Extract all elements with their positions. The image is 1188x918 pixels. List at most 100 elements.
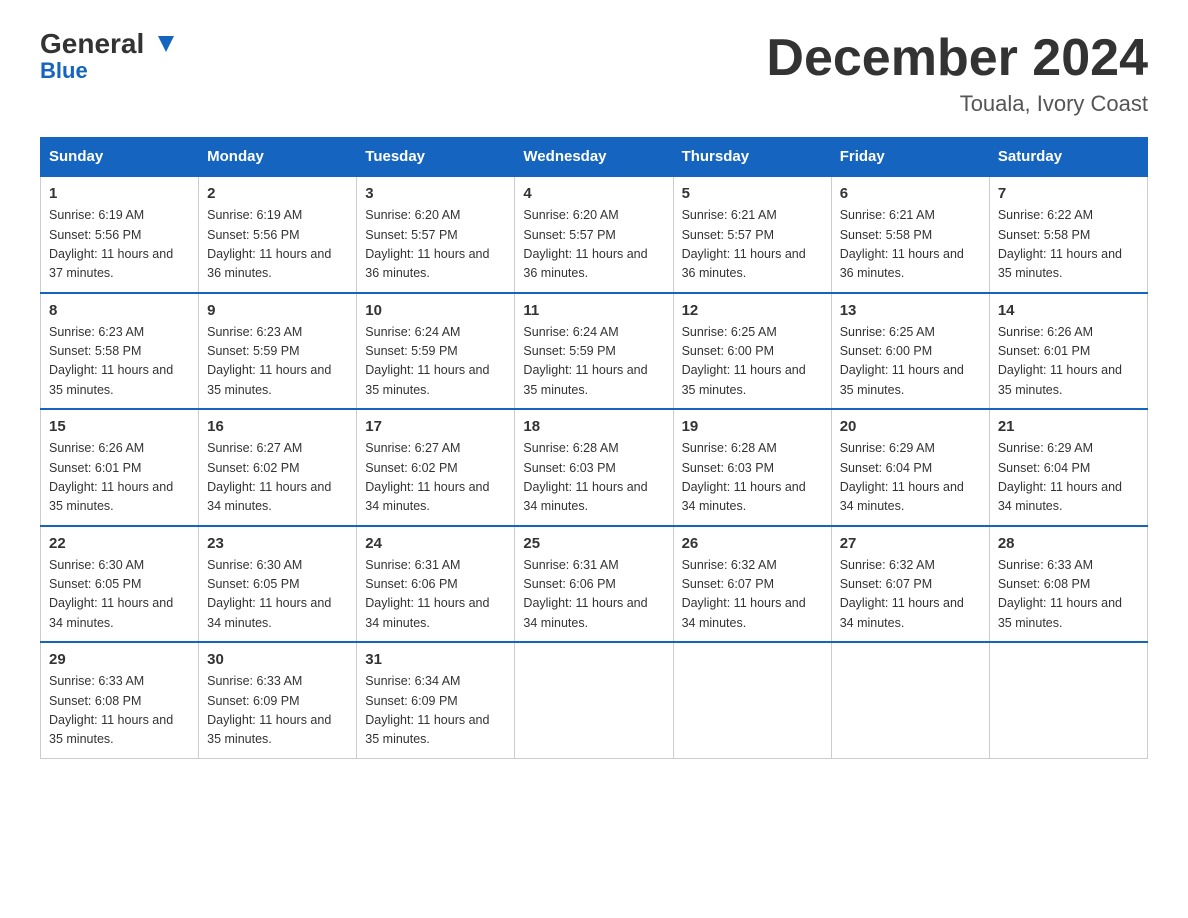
day-number: 20 (840, 418, 981, 435)
day-number: 26 (682, 535, 823, 552)
day-info: Sunrise: 6:28 AMSunset: 6:03 PMDaylight:… (523, 439, 664, 517)
calendar-cell: 17Sunrise: 6:27 AMSunset: 6:02 PMDayligh… (357, 409, 515, 526)
day-number: 7 (998, 185, 1139, 202)
calendar-cell: 20 Sunrise: 6:29 AMSunset: 6:04 PMDayligh… (831, 409, 989, 526)
calendar-cell: 4 Sunrise: 6:20 AMSunset: 5:57 PMDaylight… (515, 176, 673, 293)
day-number: 28 (998, 535, 1139, 552)
calendar-cell: 16Sunrise: 6:27 AMSunset: 6:02 PMDayligh… (199, 409, 357, 526)
header-thursday: Thursday (673, 138, 831, 177)
calendar-cell: 24Sunrise: 6:31 AMSunset: 6:06 PMDayligh… (357, 526, 515, 643)
logo-blue: Blue (40, 58, 88, 83)
day-number: 4 (523, 185, 664, 202)
day-info: Sunrise: 6:22 AMSunset: 5:58 PMDaylight:… (998, 206, 1139, 284)
day-info: Sunrise: 6:21 AMSunset: 5:58 PMDaylight:… (840, 206, 981, 284)
day-info: Sunrise: 6:19 AMSunset: 5:56 PMDaylight:… (207, 206, 348, 284)
calendar-cell: 26 Sunrise: 6:32 AMSunset: 6:07 PMDayligh… (673, 526, 831, 643)
calendar-cell: 12 Sunrise: 6:25 AMSunset: 6:00 PMDayligh… (673, 293, 831, 410)
location-subtitle: Touala, Ivory Coast (766, 91, 1148, 117)
day-info: Sunrise: 6:34 AMSunset: 6:09 PMDaylight:… (365, 672, 506, 750)
calendar-cell (831, 642, 989, 758)
header-saturday: Saturday (989, 138, 1147, 177)
calendar-cell: 13 Sunrise: 6:25 AMSunset: 6:00 PMDayligh… (831, 293, 989, 410)
day-info: Sunrise: 6:33 AMSunset: 6:08 PMDaylight:… (49, 672, 190, 750)
day-number: 13 (840, 302, 981, 319)
calendar-cell: 6Sunrise: 6:21 AMSunset: 5:58 PMDaylight… (831, 176, 989, 293)
calendar-cell (673, 642, 831, 758)
day-number: 8 (49, 302, 190, 319)
day-number: 15 (49, 418, 190, 435)
calendar-cell: 2 Sunrise: 6:19 AMSunset: 5:56 PMDaylight… (199, 176, 357, 293)
calendar-cell: 28 Sunrise: 6:33 AMSunset: 6:08 PMDayligh… (989, 526, 1147, 643)
calendar-table: SundayMondayTuesdayWednesdayThursdayFrid… (40, 137, 1148, 759)
day-info: Sunrise: 6:20 AMSunset: 5:57 PMDaylight:… (365, 206, 506, 284)
day-number: 30 (207, 651, 348, 668)
calendar-cell: 21 Sunrise: 6:29 AMSunset: 6:04 PMDayligh… (989, 409, 1147, 526)
day-number: 27 (840, 535, 981, 552)
day-number: 17 (365, 418, 506, 435)
day-number: 18 (523, 418, 664, 435)
day-number: 24 (365, 535, 506, 552)
logo: General Blue (40, 30, 177, 84)
week-row-2: 8 Sunrise: 6:23 AMSunset: 5:58 PMDaylight… (41, 293, 1148, 410)
day-info: Sunrise: 6:29 AMSunset: 6:04 PMDaylight:… (998, 439, 1139, 517)
calendar-cell: 23Sunrise: 6:30 AMSunset: 6:05 PMDayligh… (199, 526, 357, 643)
week-row-1: 1Sunrise: 6:19 AMSunset: 5:56 PMDaylight… (41, 176, 1148, 293)
page-header: General Blue December 2024 Touala, Ivory… (40, 30, 1148, 117)
calendar-cell: 22Sunrise: 6:30 AMSunset: 6:05 PMDayligh… (41, 526, 199, 643)
day-info: Sunrise: 6:23 AMSunset: 5:58 PMDaylight:… (49, 323, 190, 401)
week-row-5: 29 Sunrise: 6:33 AMSunset: 6:08 PMDayligh… (41, 642, 1148, 758)
day-number: 5 (682, 185, 823, 202)
day-info: Sunrise: 6:24 AMSunset: 5:59 PMDaylight:… (365, 323, 506, 401)
day-number: 21 (998, 418, 1139, 435)
day-info: Sunrise: 6:21 AMSunset: 5:57 PMDaylight:… (682, 206, 823, 284)
header-wednesday: Wednesday (515, 138, 673, 177)
title-section: December 2024 Touala, Ivory Coast (766, 30, 1148, 117)
day-number: 12 (682, 302, 823, 319)
day-info: Sunrise: 6:27 AMSunset: 6:02 PMDaylight:… (207, 439, 348, 517)
calendar-cell: 14Sunrise: 6:26 AMSunset: 6:01 PMDayligh… (989, 293, 1147, 410)
calendar-cell: 27 Sunrise: 6:32 AMSunset: 6:07 PMDayligh… (831, 526, 989, 643)
day-number: 25 (523, 535, 664, 552)
logo-arrow-icon (155, 33, 177, 55)
day-number: 22 (49, 535, 190, 552)
header-row: SundayMondayTuesdayWednesdayThursdayFrid… (41, 138, 1148, 177)
day-number: 29 (49, 651, 190, 668)
calendar-cell (989, 642, 1147, 758)
header-sunday: Sunday (41, 138, 199, 177)
calendar-cell: 25Sunrise: 6:31 AMSunset: 6:06 PMDayligh… (515, 526, 673, 643)
day-number: 9 (207, 302, 348, 319)
day-info: Sunrise: 6:20 AMSunset: 5:57 PMDaylight:… (523, 206, 664, 284)
day-info: Sunrise: 6:28 AMSunset: 6:03 PMDaylight:… (682, 439, 823, 517)
calendar-cell: 18 Sunrise: 6:28 AMSunset: 6:03 PMDayligh… (515, 409, 673, 526)
calendar-cell: 29 Sunrise: 6:33 AMSunset: 6:08 PMDayligh… (41, 642, 199, 758)
day-number: 19 (682, 418, 823, 435)
calendar-cell: 3Sunrise: 6:20 AMSunset: 5:57 PMDaylight… (357, 176, 515, 293)
calendar-cell: 7 Sunrise: 6:22 AMSunset: 5:58 PMDaylight… (989, 176, 1147, 293)
day-info: Sunrise: 6:24 AMSunset: 5:59 PMDaylight:… (523, 323, 664, 401)
day-number: 11 (523, 302, 664, 319)
day-info: Sunrise: 6:32 AMSunset: 6:07 PMDaylight:… (682, 556, 823, 634)
week-row-3: 15Sunrise: 6:26 AMSunset: 6:01 PMDayligh… (41, 409, 1148, 526)
header-friday: Friday (831, 138, 989, 177)
calendar-cell: 1Sunrise: 6:19 AMSunset: 5:56 PMDaylight… (41, 176, 199, 293)
calendar-cell: 30 Sunrise: 6:33 AMSunset: 6:09 PMDayligh… (199, 642, 357, 758)
day-info: Sunrise: 6:32 AMSunset: 6:07 PMDaylight:… (840, 556, 981, 634)
day-info: Sunrise: 6:25 AMSunset: 6:00 PMDaylight:… (840, 323, 981, 401)
day-info: Sunrise: 6:25 AMSunset: 6:00 PMDaylight:… (682, 323, 823, 401)
calendar-cell: 15Sunrise: 6:26 AMSunset: 6:01 PMDayligh… (41, 409, 199, 526)
day-number: 2 (207, 185, 348, 202)
day-info: Sunrise: 6:30 AMSunset: 6:05 PMDaylight:… (207, 556, 348, 634)
calendar-cell (515, 642, 673, 758)
day-info: Sunrise: 6:29 AMSunset: 6:04 PMDaylight:… (840, 439, 981, 517)
day-number: 10 (365, 302, 506, 319)
day-info: Sunrise: 6:19 AMSunset: 5:56 PMDaylight:… (49, 206, 190, 284)
day-info: Sunrise: 6:33 AMSunset: 6:09 PMDaylight:… (207, 672, 348, 750)
calendar-header: SundayMondayTuesdayWednesdayThursdayFrid… (41, 138, 1148, 177)
day-number: 31 (365, 651, 506, 668)
day-number: 14 (998, 302, 1139, 319)
calendar-cell: 5 Sunrise: 6:21 AMSunset: 5:57 PMDaylight… (673, 176, 831, 293)
day-info: Sunrise: 6:33 AMSunset: 6:08 PMDaylight:… (998, 556, 1139, 634)
week-row-4: 22 Sunrise: 6:30 AMSunset: 6:05 PMDayligh… (41, 526, 1148, 643)
logo-general: General (40, 30, 153, 58)
header-monday: Monday (199, 138, 357, 177)
